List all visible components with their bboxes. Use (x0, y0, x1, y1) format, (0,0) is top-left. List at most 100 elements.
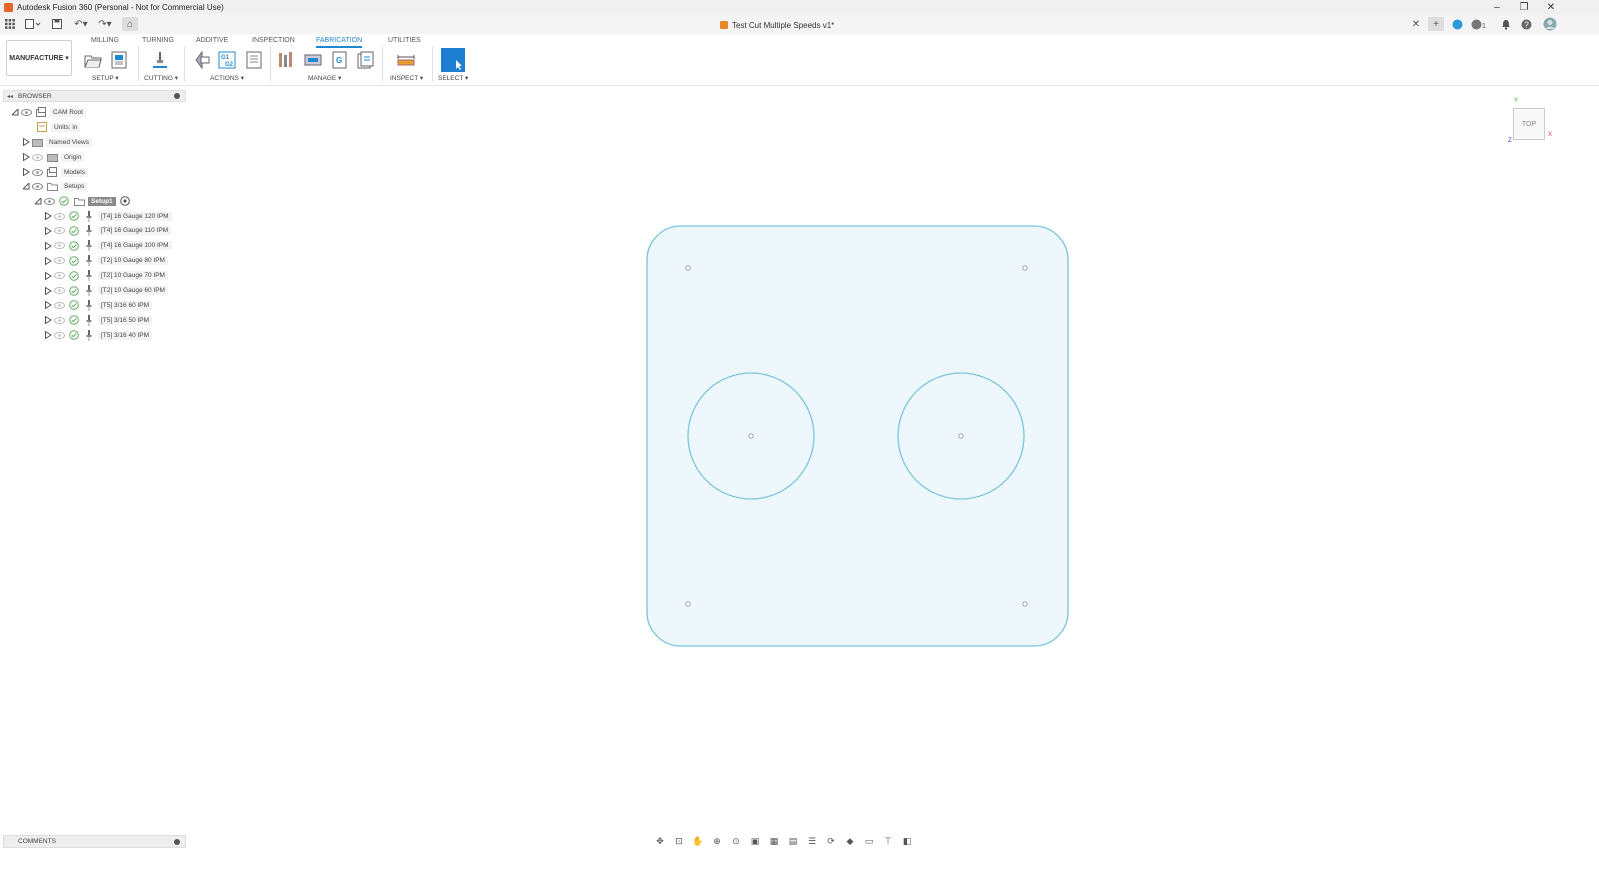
document-tab[interactable]: Test Cut Multiple Speeds v1* (720, 17, 834, 33)
select-group-label[interactable]: SELECT ▾ (438, 74, 468, 82)
undo-icon[interactable]: ↶▾ (71, 17, 91, 31)
help-icon[interactable]: ? (1519, 17, 1533, 31)
actions-group-label[interactable]: ACTIONS ▾ (210, 74, 244, 82)
collapsed-triangle-icon[interactable] (44, 240, 53, 252)
viewcube[interactable]: TOP (1513, 108, 1545, 140)
save-icon[interactable] (51, 17, 63, 31)
comments-pin-icon[interactable] (174, 838, 180, 845)
grid-settings-icon[interactable]: ▦ (766, 835, 782, 847)
tab-inspection[interactable]: INSPECTION (252, 37, 295, 44)
tool-library-icon[interactable] (277, 50, 297, 70)
eye-hidden-icon[interactable] (53, 329, 65, 341)
tree-item-setup1[interactable]: Setup1 (34, 195, 134, 207)
expanded-triangle-icon[interactable] (34, 195, 43, 207)
eye-hidden-icon[interactable] (53, 240, 65, 252)
eye-hidden-icon[interactable] (53, 299, 65, 311)
filter-icon[interactable]: ⊤ (880, 835, 896, 847)
target-icon[interactable] (119, 195, 131, 207)
eye-icon[interactable] (43, 195, 55, 207)
tree-item-operation[interactable]: [T4] 16 Gauge 120 IPM (44, 210, 172, 222)
zoom-icon[interactable]: ⊕ (709, 835, 725, 847)
new-setup-icon[interactable] (109, 50, 129, 70)
tab-turning[interactable]: TURNING (142, 37, 174, 44)
eye-icon[interactable] (31, 180, 43, 192)
eye-hidden-icon[interactable] (53, 270, 65, 282)
display-settings-icon[interactable]: ▣ (747, 835, 763, 847)
collapsed-triangle-icon[interactable] (44, 210, 53, 222)
tab-milling[interactable]: MILLING (91, 37, 119, 44)
tab-utilities[interactable]: UTILITIES (388, 37, 421, 44)
workspace-switcher[interactable]: MANUFACTURE ▾ (6, 40, 72, 76)
inspect-group-label[interactable]: INSPECT ▾ (390, 74, 423, 82)
tree-item-operation[interactable]: [T2] 10 Gauge 80 IPM (44, 255, 168, 267)
zoom-window-icon[interactable]: ⊙ (728, 835, 744, 847)
user-avatar-icon[interactable] (1542, 17, 1558, 31)
select-cursor-icon[interactable] (441, 48, 465, 72)
collapsed-triangle-icon[interactable] (44, 329, 53, 341)
machine-library-icon[interactable] (303, 50, 323, 70)
collapsed-triangle-icon[interactable] (44, 225, 53, 237)
tree-item-operation[interactable]: [T2] 10 Gauge 60 IPM (44, 285, 168, 297)
refresh-icon[interactable]: ⟳ (823, 835, 839, 847)
close-tab-icon[interactable]: ✕ (1410, 17, 1422, 31)
manage-group-label[interactable]: MANAGE ▾ (308, 74, 341, 82)
tree-item-operation[interactable]: [T5] 3/16 50 IPM (44, 314, 153, 326)
collapsed-triangle-icon[interactable] (44, 270, 53, 282)
tree-item-operation[interactable]: [T5] 3/16 60 IPM (44, 299, 153, 311)
visual-style-icon[interactable]: ◆ (842, 835, 858, 847)
eye-hidden-icon[interactable] (53, 210, 65, 222)
close-icon[interactable]: ✕ (1538, 0, 1564, 14)
expanded-triangle-icon[interactable] (11, 106, 20, 118)
eye-icon[interactable] (20, 106, 32, 118)
expanded-triangle-icon[interactable] (22, 180, 31, 192)
collapsed-triangle-icon[interactable] (44, 255, 53, 267)
setup-sheet-icon[interactable] (244, 50, 264, 70)
measure-icon[interactable] (396, 50, 416, 70)
redo-icon[interactable]: ↷▾ (95, 17, 115, 31)
simulate-icon[interactable] (192, 50, 212, 70)
tree-item-models[interactable]: Models (22, 166, 88, 178)
browser-pin-icon[interactable] (174, 93, 180, 99)
collapsed-triangle-icon[interactable] (22, 151, 31, 163)
collapse-panel-icon[interactable]: ◂◂ (7, 93, 13, 100)
home-icon[interactable]: ⌂ (122, 17, 138, 31)
eye-hidden-icon[interactable] (53, 314, 65, 326)
tree-item-origin[interactable]: Origin (22, 151, 85, 163)
eye-hidden-icon[interactable] (53, 225, 65, 237)
collapsed-triangle-icon[interactable] (44, 314, 53, 326)
comments-panel[interactable]: COMMENTS (3, 835, 186, 848)
collapsed-triangle-icon[interactable] (22, 166, 31, 178)
eye-hidden-icon[interactable] (53, 285, 65, 297)
tree-item-operation[interactable]: [T2] 10 Gauge 70 IPM (44, 270, 168, 282)
layers-icon[interactable]: ☰ (804, 835, 820, 847)
collapsed-triangle-icon[interactable] (44, 285, 53, 297)
collapsed-triangle-icon[interactable] (44, 299, 53, 311)
template-library-icon[interactable] (356, 50, 376, 70)
tab-additive[interactable]: ADDITIVE (196, 37, 228, 44)
eye-hidden-icon[interactable] (31, 151, 43, 163)
job-status-icon[interactable]: 1 (1469, 17, 1489, 31)
tree-item-operation[interactable]: [T5] 3/16 40 IPM (44, 329, 153, 341)
open-folder-icon[interactable] (83, 50, 103, 70)
data-panel-grid-icon[interactable] (4, 17, 16, 31)
eye-hidden-icon[interactable] (53, 255, 65, 267)
pan-hand-icon[interactable]: ✋ (690, 835, 706, 847)
extensions-icon[interactable] (1450, 17, 1464, 31)
post-library-icon[interactable]: G (330, 50, 350, 70)
cutting-group-label[interactable]: CUTTING ▾ (144, 74, 178, 82)
collapsed-triangle-icon[interactable] (22, 136, 31, 148)
tree-item-setups[interactable]: Setups (22, 180, 88, 192)
post-process-icon[interactable]: G1 G2 (217, 50, 237, 70)
tree-item-units[interactable]: Units: in (36, 121, 81, 133)
restore-icon[interactable]: ❐ (1511, 0, 1537, 14)
eye-icon[interactable] (31, 166, 43, 178)
notifications-bell-icon[interactable] (1499, 17, 1513, 31)
camera-icon[interactable]: ◧ (899, 835, 915, 847)
cutting-torch-icon[interactable] (150, 50, 170, 70)
tree-item-operation[interactable]: [T4] 16 Gauge 100 IPM (44, 240, 172, 252)
setup-group-label[interactable]: SETUP ▾ (92, 74, 119, 82)
tree-item-operation[interactable]: [T4] 16 Gauge 110 IPM (44, 225, 172, 237)
new-tab-icon[interactable]: + (1428, 17, 1444, 31)
environment-icon[interactable]: ▭ (861, 835, 877, 847)
tree-item-named-views[interactable]: Named Views (22, 136, 92, 148)
